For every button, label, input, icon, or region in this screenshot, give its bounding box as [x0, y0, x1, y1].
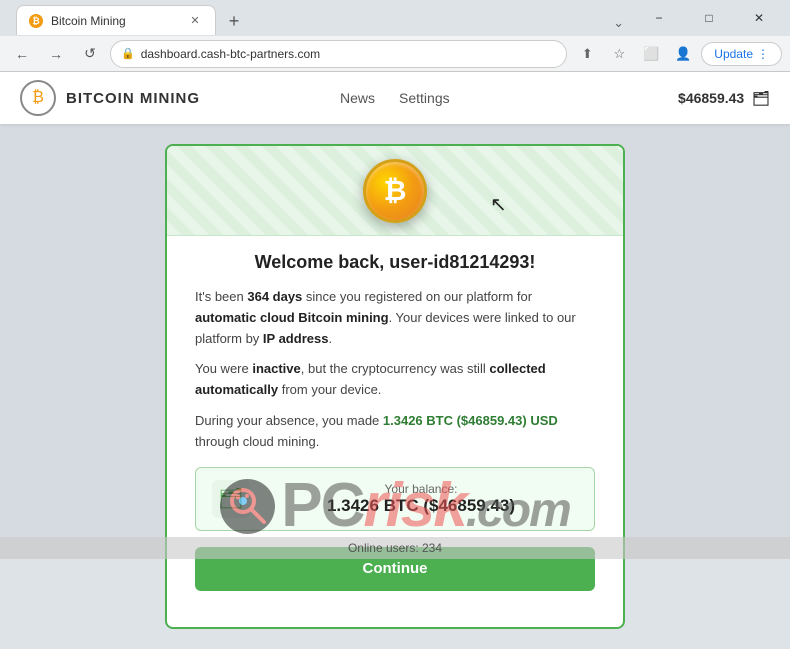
tab-favicon: ₿: [29, 14, 43, 28]
window-controls: − □ ✕: [636, 2, 782, 34]
new-tab-button[interactable]: +: [220, 7, 248, 35]
auto-mining-text: automatic cloud Bitcoin mining: [195, 310, 389, 325]
btc-earned-text: 1.3426 BTC ($46859.43) USD: [383, 413, 558, 428]
share-icon[interactable]: ⬆: [573, 40, 601, 68]
balance-box: 🗂 Your balance: 1.3426 BTC ($46859.43): [195, 467, 595, 531]
inactive-text: inactive: [252, 361, 300, 376]
paragraph-3: During your absence, you made 1.3426 BTC…: [195, 411, 595, 453]
website-content: ₿ BITCOIN MINING News Settings $46859.43…: [0, 72, 790, 559]
profile-icon[interactable]: 👤: [669, 40, 697, 68]
logo-text: BITCOIN MINING: [66, 90, 200, 107]
days-count: 364 days: [247, 289, 302, 304]
card-header: ₿: [167, 146, 623, 236]
bottom-bar: Online users: 234: [0, 537, 790, 559]
logo-icon: ₿: [20, 80, 56, 116]
online-users-label: Online users:: [348, 541, 419, 555]
bitcoin-coin-icon: ₿: [363, 159, 427, 223]
title-bar: ₿ Bitcoin Mining ✕ + ⌄ − □ ✕: [0, 0, 790, 36]
reload-button[interactable]: ↺: [76, 40, 104, 68]
close-button[interactable]: ✕: [736, 2, 782, 34]
main-content: ₿ Welcome back, user-id81214293! It's be…: [0, 124, 790, 649]
address-bar-row: ← → ↺ 🔒 dashboard.cash-btc-partners.com …: [0, 36, 790, 72]
balance-amount: 1.3426 BTC ($46859.43): [264, 496, 578, 516]
header-balance: $46859.43 🗂: [678, 90, 770, 107]
browser-tab[interactable]: ₿ Bitcoin Mining ✕: [16, 5, 216, 35]
url-bar[interactable]: 🔒 dashboard.cash-btc-partners.com: [110, 40, 567, 68]
wallet-icon: 🗂: [212, 480, 250, 518]
lock-icon: 🔒: [121, 47, 135, 60]
tab-title: Bitcoin Mining: [51, 14, 126, 28]
forward-button[interactable]: →: [42, 40, 70, 68]
tab-close-button[interactable]: ✕: [187, 13, 203, 29]
extensions-icon[interactable]: ⬜: [637, 40, 665, 68]
collected-text: collected automatically: [195, 361, 546, 397]
nav-news-link[interactable]: News: [340, 90, 375, 106]
browser-window: ₿ Bitcoin Mining ✕ + ⌄ − □ ✕ ← → ↺ 🔒 das…: [0, 0, 790, 72]
site-nav: ₿ BITCOIN MINING News Settings $46859.43…: [0, 72, 790, 124]
paragraph-1: It's been 364 days since you registered …: [195, 287, 595, 349]
address-actions: ⬆ ☆ ⬜ 👤 Update ⋮: [573, 40, 782, 68]
folder-icon: 🗂: [752, 90, 770, 107]
url-text: dashboard.cash-btc-partners.com: [141, 47, 320, 61]
nav-settings-link[interactable]: Settings: [399, 90, 450, 106]
update-button[interactable]: Update ⋮: [701, 42, 782, 66]
minimize-button[interactable]: −: [636, 2, 682, 34]
back-button[interactable]: ←: [8, 40, 36, 68]
paragraph-2: You were inactive, but the cryptocurrenc…: [195, 359, 595, 401]
site-logo: ₿ BITCOIN MINING: [20, 80, 200, 116]
bookmark-icon[interactable]: ☆: [605, 40, 633, 68]
maximize-button[interactable]: □: [686, 2, 732, 34]
site-nav-links: News Settings: [340, 90, 450, 106]
welcome-title: Welcome back, user-id81214293!: [195, 252, 595, 273]
online-users-count: 234: [422, 541, 442, 555]
balance-info: Your balance: 1.3426 BTC ($46859.43): [264, 482, 578, 516]
balance-label: Your balance:: [264, 482, 578, 496]
ip-address-text: IP address: [263, 331, 329, 346]
